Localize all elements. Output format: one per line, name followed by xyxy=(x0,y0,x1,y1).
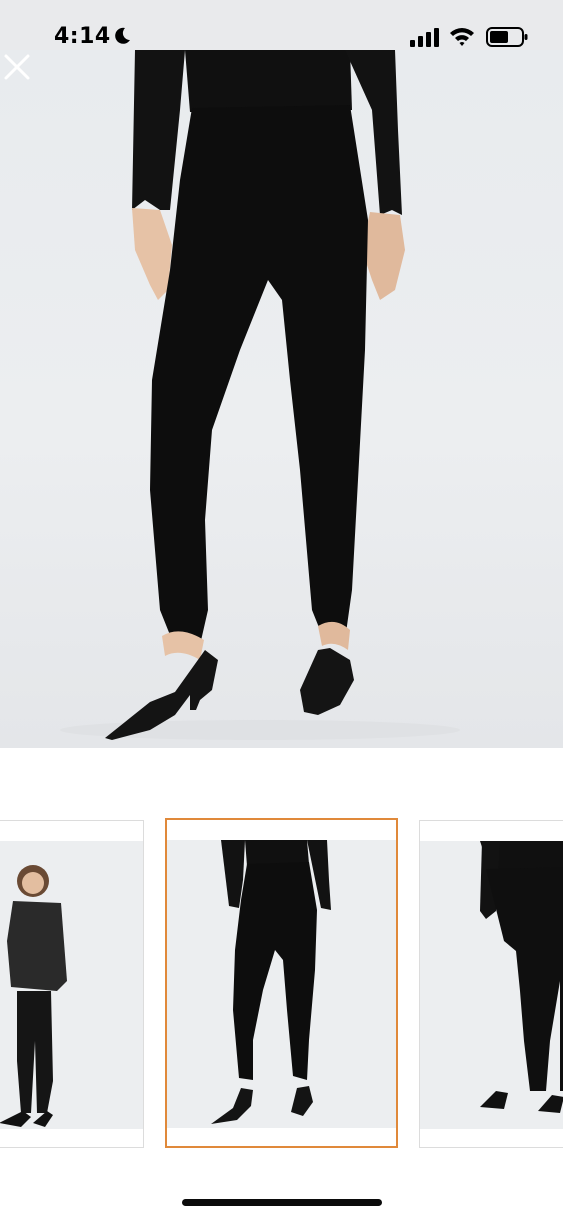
thumbnail-photo xyxy=(0,841,143,1129)
thumbnail-photo xyxy=(420,841,563,1129)
moon-icon xyxy=(115,27,130,44)
wifi-icon xyxy=(450,28,474,46)
home-indicator[interactable] xyxy=(182,1199,382,1206)
status-time: 4:14 xyxy=(54,24,111,49)
thumbnail-1[interactable] xyxy=(0,820,144,1148)
battery-icon xyxy=(486,27,528,47)
close-icon[interactable] xyxy=(0,50,34,84)
thumbnail-2-selected[interactable] xyxy=(165,818,398,1148)
main-product-image[interactable] xyxy=(0,50,563,748)
model-illustration xyxy=(60,50,460,740)
cellular-signal-icon xyxy=(410,28,439,47)
thumbnail-photo xyxy=(167,840,396,1128)
thumbnail-strip[interactable] xyxy=(0,818,563,1150)
thumbnail-3[interactable] xyxy=(419,820,563,1148)
